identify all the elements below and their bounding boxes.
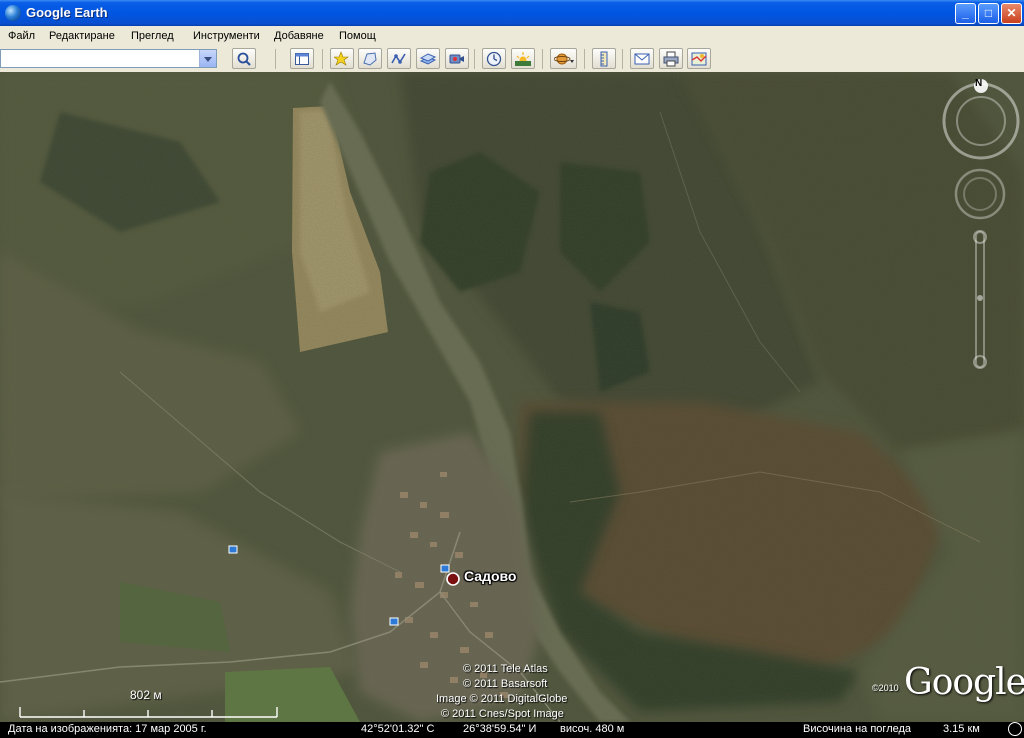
maximize-button[interactable]: □: [978, 3, 999, 24]
menu-file[interactable]: Файл: [8, 30, 35, 42]
view-in-google-maps-button[interactable]: [687, 48, 711, 69]
add-placemark-button[interactable]: [330, 48, 354, 69]
menu-bar: Файл Редактиране Преглед Инструменти Доб…: [0, 26, 1024, 46]
path-icon: [391, 53, 406, 64]
placemark-icon[interactable]: [446, 572, 460, 586]
imagery-date: Дата на изображенията: 17 мар 2005 г.: [8, 723, 207, 735]
photo-icon[interactable]: [389, 617, 399, 626]
copyright-line: © 2011 Cnes/Spot Image: [441, 708, 564, 720]
toolbar-separator: [542, 49, 543, 69]
view-in-maps-icon: [691, 52, 707, 66]
ruler-button[interactable]: [592, 48, 616, 69]
copyright-line: Image © 2011 DigitalGlobe: [436, 693, 568, 705]
ruler-icon: [600, 51, 608, 67]
minimize-button[interactable]: _: [955, 3, 976, 24]
toolbar-separator: [322, 49, 323, 69]
menu-edit[interactable]: Редактиране: [49, 30, 115, 42]
elevation: височ. 480 м: [560, 723, 625, 735]
sidebar-toggle-button[interactable]: [290, 48, 314, 69]
scale-label: 802 м: [130, 688, 162, 702]
historical-imagery-icon: [486, 51, 502, 67]
logo-year: ©2010: [872, 683, 899, 693]
title-bar: Google Earth _ □ ✕: [0, 0, 1024, 26]
close-button[interactable]: ✕: [1001, 3, 1022, 24]
longitude: 26°38'59.54" И: [463, 723, 537, 735]
image-overlay-icon: [420, 53, 436, 65]
sunlight-button[interactable]: [511, 48, 535, 69]
latitude: 42°52'01.32" С: [361, 723, 435, 735]
toolbar-separator: [275, 49, 276, 69]
placemark-icon: [334, 51, 349, 66]
satellite-imagery: [0, 72, 1024, 722]
sunlight-icon: [515, 52, 531, 66]
email-button[interactable]: [630, 48, 654, 69]
historical-imagery-button[interactable]: [482, 48, 506, 69]
add-image-overlay-button[interactable]: [416, 48, 440, 69]
search-icon: [237, 52, 251, 66]
polygon-icon: [363, 52, 377, 66]
print-icon: [663, 51, 679, 67]
window-title: Google Earth: [26, 5, 108, 20]
menu-view[interactable]: Преглед: [131, 30, 174, 42]
search-input[interactable]: [3, 51, 197, 69]
toolbar-separator: [474, 49, 475, 69]
compass-north: N: [975, 78, 983, 89]
photo-icon[interactable]: [440, 564, 450, 573]
photo-icon[interactable]: [228, 545, 238, 554]
eye-altitude-label: Височина на погледа: [803, 723, 912, 735]
planet-icon: [554, 53, 574, 65]
switch-planet-button[interactable]: [550, 48, 577, 69]
menu-tools[interactable]: Инструменти: [193, 30, 260, 42]
eye-altitude-value: 3.15 км: [943, 723, 980, 735]
add-polygon-button[interactable]: [358, 48, 382, 69]
map-view[interactable]: N Садово 802 м © 2011 Tele Atlas © 2011 …: [0, 72, 1024, 722]
toolbar-separator: [622, 49, 623, 69]
print-button[interactable]: [659, 48, 683, 69]
menu-add[interactable]: Добавяне: [274, 30, 324, 42]
sidebar-toggle-icon: [295, 53, 309, 65]
google-earth-icon: [5, 5, 21, 21]
record-tour-icon: [449, 54, 464, 64]
copyright-line: © 2011 Tele Atlas: [463, 663, 548, 675]
toolbar: [0, 46, 1024, 73]
copyright-line: © 2011 Basarsoft: [463, 678, 548, 690]
search-dropdown-arrow-icon[interactable]: [199, 50, 216, 67]
search-button[interactable]: [232, 48, 256, 69]
place-label[interactable]: Садово: [464, 568, 516, 584]
record-tour-button[interactable]: [445, 48, 469, 69]
google-logo: Google: [904, 662, 1024, 703]
toolbar-separator: [584, 49, 585, 69]
add-path-button[interactable]: [387, 48, 411, 69]
status-bar: Дата на изображенията: 17 мар 2005 г. 42…: [0, 722, 1024, 738]
email-icon: [634, 53, 650, 65]
menu-help[interactable]: Помощ: [339, 30, 376, 42]
streaming-indicator-icon: [1008, 722, 1022, 736]
search-combobox[interactable]: [0, 49, 217, 69]
